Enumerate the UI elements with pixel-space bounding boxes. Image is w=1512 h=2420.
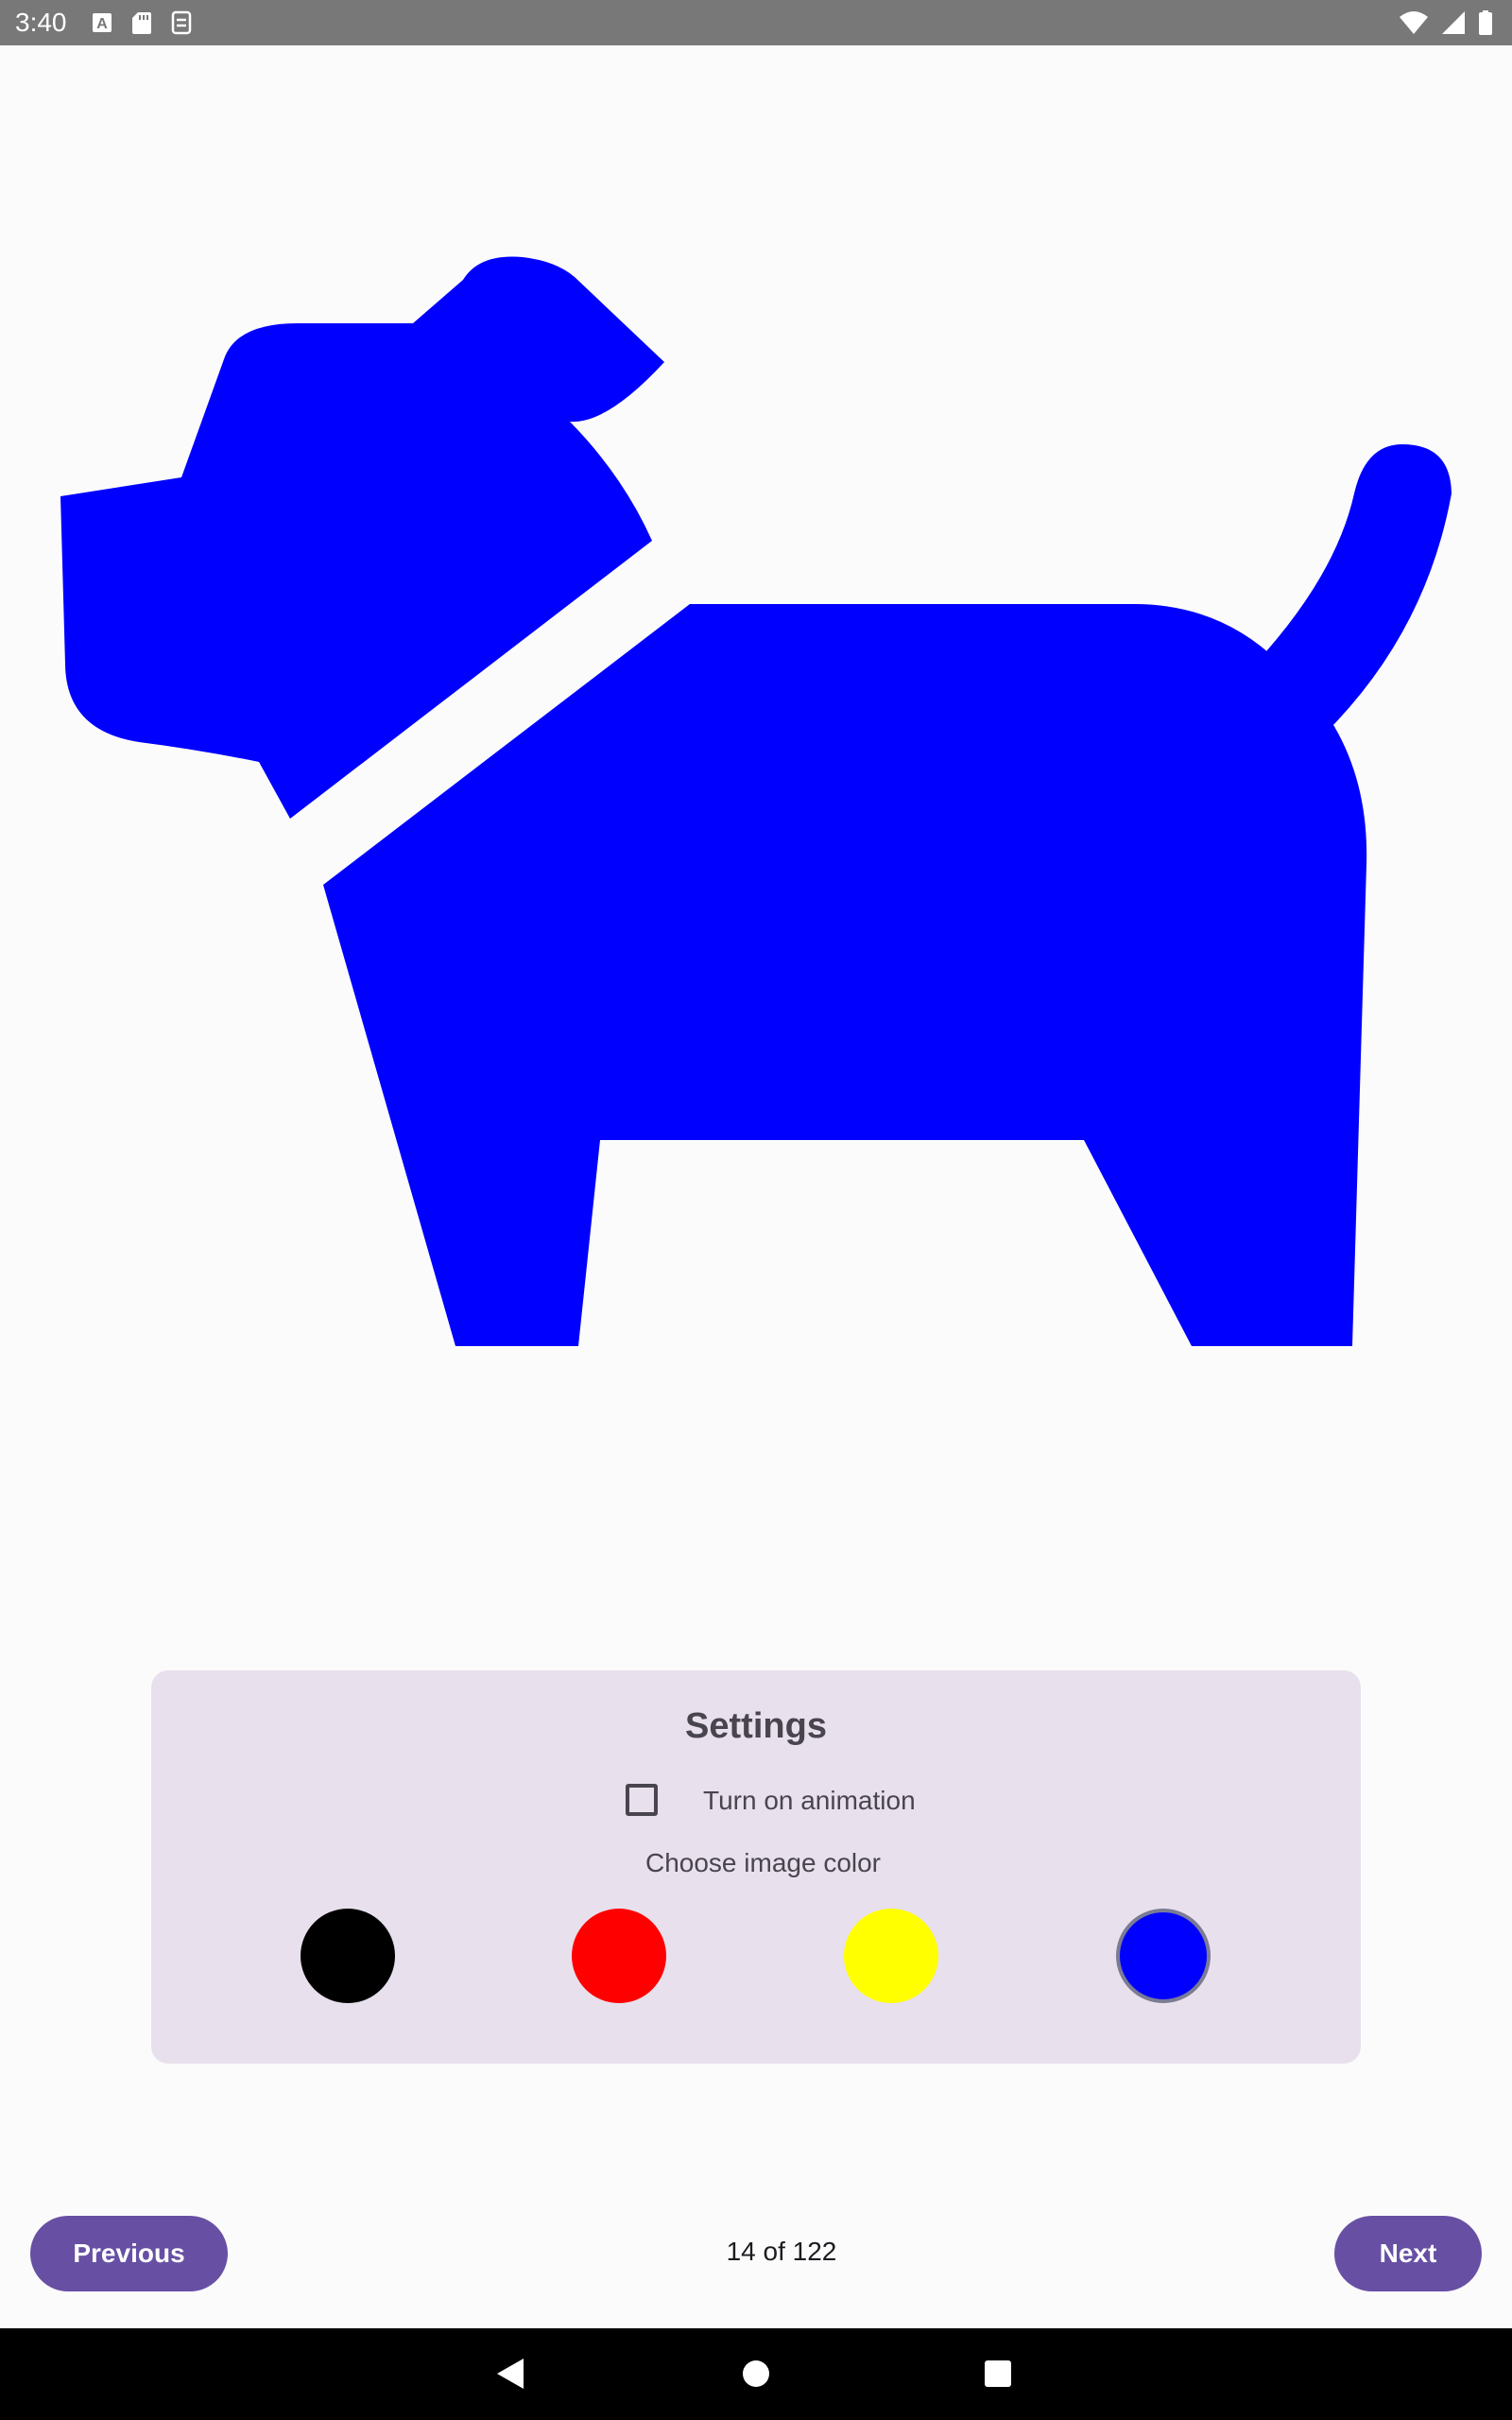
status-icons-right (1399, 9, 1493, 36)
animation-checkbox-label[interactable]: Turn on animation (703, 1786, 916, 1816)
color-swatch-red[interactable] (572, 1909, 666, 2003)
status-time: 3:40 (15, 8, 67, 37)
page-counter: 14 of 122 (726, 2237, 837, 2266)
home-icon[interactable] (741, 2355, 771, 2393)
sd-card-icon (132, 12, 151, 34)
system-nav-bar (0, 2328, 1512, 2420)
status-bar: 3:40 A (0, 0, 1512, 45)
battery-icon (1479, 10, 1492, 35)
sync-icon (171, 10, 192, 35)
dog-body (323, 604, 1367, 1346)
color-swatch-black[interactable] (301, 1909, 395, 2003)
back-icon[interactable] (493, 2355, 527, 2393)
a-icon: A (93, 13, 112, 32)
wifi-icon (1400, 11, 1428, 34)
animation-checkbox[interactable] (626, 1784, 658, 1816)
animation-checkbox-row[interactable]: Turn on animation (151, 1776, 1361, 1829)
recents-icon[interactable] (983, 2355, 1013, 2393)
settings-title: Settings (685, 1706, 827, 1746)
color-swatch-blue[interactable] (1116, 1909, 1211, 2003)
color-swatch-yellow[interactable] (844, 1909, 938, 2003)
status-icons-left: A (91, 9, 193, 36)
dog-shape (60, 256, 1452, 1346)
choose-color-label: Choose image color (644, 1848, 882, 1877)
svg-text:A: A (96, 16, 108, 32)
dog-icon (60, 256, 1452, 1346)
signal-icon (1442, 11, 1465, 34)
settings-card: Settings Turn on animation Choose image … (151, 1670, 1361, 2064)
next-button[interactable]: Next (1334, 2216, 1482, 2291)
